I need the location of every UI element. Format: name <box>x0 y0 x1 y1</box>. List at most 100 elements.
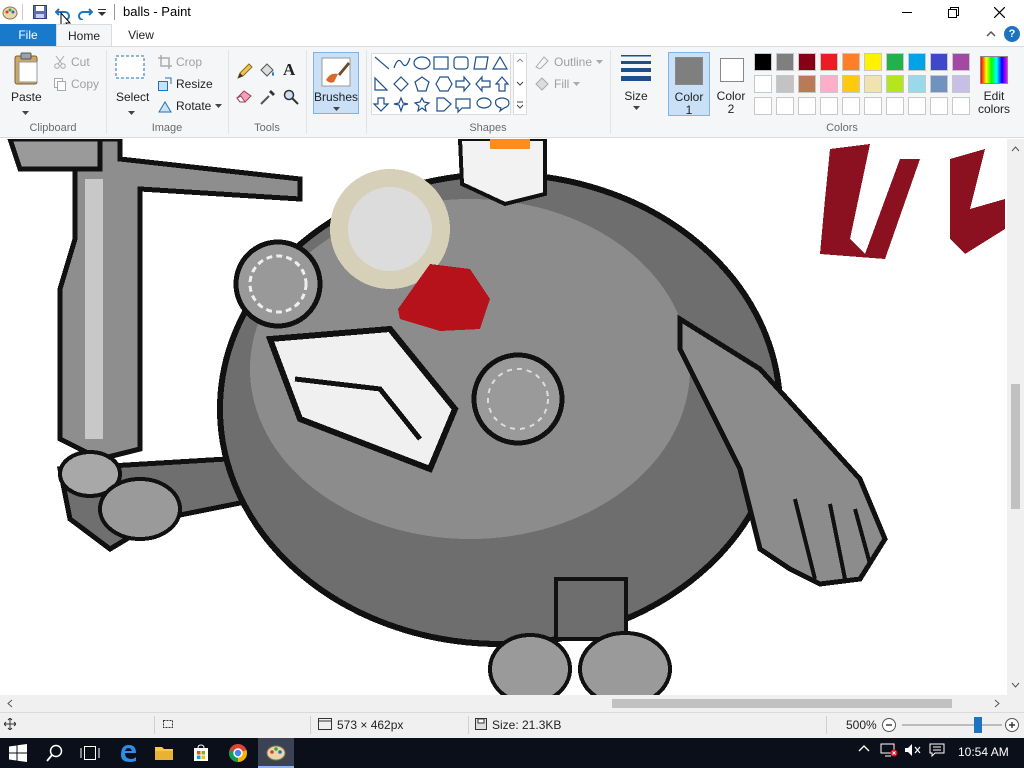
custom-color-slot[interactable] <box>776 97 794 115</box>
eraser-icon[interactable] <box>236 88 254 107</box>
maximize-button[interactable] <box>930 0 976 24</box>
custom-color-slot[interactable] <box>864 97 882 115</box>
palette-swatch[interactable] <box>908 53 926 71</box>
color1-button[interactable]: Color 1 <box>668 52 710 117</box>
custom-color-slot[interactable] <box>842 97 860 115</box>
color-picker-icon[interactable] <box>259 88 277 109</box>
tab-home[interactable]: Home <box>56 24 112 46</box>
color1-label: Color <box>674 90 704 104</box>
palette-swatch[interactable] <box>864 53 882 71</box>
close-button[interactable] <box>976 0 1022 24</box>
edit-colors-button[interactable]: Edit colors <box>974 52 1014 116</box>
status-separator <box>826 716 827 734</box>
palette-swatch[interactable] <box>930 75 948 93</box>
custom-color-slot[interactable] <box>908 97 926 115</box>
color2-button[interactable]: Color 2 <box>712 52 750 116</box>
palette-swatch[interactable] <box>842 75 860 93</box>
pencil-icon[interactable] <box>236 62 254 83</box>
size-button[interactable]: Size <box>616 52 656 114</box>
palette-swatch[interactable] <box>842 53 860 71</box>
palette-swatch[interactable] <box>754 75 772 93</box>
color1-number: 1 <box>685 103 693 117</box>
help-icon[interactable]: ? <box>1004 26 1020 42</box>
shapes-scroll[interactable] <box>513 53 527 115</box>
text-tool-icon[interactable]: A <box>283 60 295 80</box>
save-icon[interactable] <box>32 4 48 20</box>
palette-swatch[interactable] <box>886 75 904 93</box>
select-button[interactable] <box>114 54 148 88</box>
taskbar-chrome[interactable] <box>226 741 250 765</box>
brushes-button[interactable]: Brushes <box>313 52 359 114</box>
zoom-slider-track[interactable] <box>902 724 1002 726</box>
palette-swatch[interactable] <box>776 53 794 71</box>
minimize-button[interactable] <box>884 0 930 24</box>
palette-swatch[interactable] <box>820 75 838 93</box>
zoom-out-icon <box>882 718 896 732</box>
rotate-button[interactable]: Rotate <box>158 99 223 113</box>
shapes-gallery[interactable] <box>371 53 511 115</box>
palette-swatch[interactable] <box>754 53 772 71</box>
redo-icon[interactable] <box>77 4 94 21</box>
palette-swatch[interactable] <box>776 75 794 93</box>
custom-color-slot[interactable] <box>886 97 904 115</box>
taskbar-clock[interactable]: 10:54 AM <box>958 745 1009 759</box>
custom-color-slot[interactable] <box>952 97 970 115</box>
taskbar-edge[interactable] <box>116 741 140 765</box>
image-dimensions: 573 × 462px <box>337 718 404 732</box>
palette-swatch[interactable] <box>952 75 970 93</box>
arm-highlight <box>85 179 103 439</box>
zoom-out-button[interactable] <box>881 717 897 736</box>
custom-color-slot[interactable] <box>798 97 816 115</box>
select-label: Select <box>116 90 150 104</box>
taskbar-store[interactable] <box>189 741 213 765</box>
horizontal-scrollbar[interactable] <box>0 695 1007 712</box>
tab-file[interactable]: File <box>0 24 56 46</box>
group-separator <box>306 50 307 134</box>
custom-color-slot[interactable] <box>820 97 838 115</box>
start-button[interactable] <box>6 741 30 765</box>
customize-qa-icon[interactable] <box>97 4 113 20</box>
select-dropdown-icon[interactable] <box>128 104 135 118</box>
cut-button[interactable]: Cut <box>53 55 90 69</box>
paste-dropdown-icon[interactable] <box>22 104 29 118</box>
vertical-scrollbar[interactable] <box>1007 139 1024 695</box>
palette-swatch[interactable] <box>798 75 816 93</box>
rotate-icon <box>158 101 172 113</box>
palette-swatch[interactable] <box>930 53 948 71</box>
shine-spot <box>348 187 432 271</box>
status-separator <box>468 716 469 734</box>
palette-swatch[interactable] <box>798 53 816 71</box>
palette-swatch[interactable] <box>820 53 838 71</box>
group-label-colors: Colors <box>826 122 858 134</box>
search-button[interactable] <box>43 741 67 765</box>
copy-button[interactable]: Copy <box>53 77 99 91</box>
palette-swatch[interactable] <box>864 75 882 93</box>
collapse-ribbon-icon[interactable] <box>985 28 997 43</box>
fill-bucket-icon[interactable] <box>258 62 276 83</box>
drawing-canvas[interactable] <box>0 139 1007 695</box>
show-hidden-icons[interactable] <box>858 743 870 758</box>
tab-view[interactable]: View <box>118 24 164 46</box>
palette-swatch[interactable] <box>908 75 926 93</box>
custom-color-slot[interactable] <box>930 97 948 115</box>
task-view-button[interactable] <box>78 741 102 765</box>
fill-button[interactable]: Fill <box>534 77 581 91</box>
network-icon[interactable] <box>880 743 898 760</box>
crop-button[interactable]: Crop <box>158 55 202 69</box>
palette-swatch[interactable] <box>886 53 904 71</box>
resize-button[interactable]: Resize <box>158 77 213 91</box>
palette-swatch[interactable] <box>952 53 970 71</box>
color2-number: 2 <box>727 102 735 116</box>
red-letter-shape-1 <box>820 144 920 259</box>
magnifier-icon[interactable] <box>283 89 299 108</box>
paint-app-icon[interactable] <box>2 4 18 20</box>
paint-taskbar-icon <box>266 745 286 761</box>
volume-icon[interactable] <box>904 743 922 760</box>
zoom-in-button[interactable] <box>1004 717 1020 736</box>
taskbar-file-explorer[interactable] <box>152 741 176 765</box>
action-center-icon[interactable] <box>929 743 945 760</box>
outline-button[interactable]: Outline <box>534 55 604 69</box>
taskbar-paint-active[interactable] <box>258 738 294 768</box>
custom-color-slot[interactable] <box>754 97 772 115</box>
zoom-slider-thumb[interactable] <box>973 717 982 733</box>
